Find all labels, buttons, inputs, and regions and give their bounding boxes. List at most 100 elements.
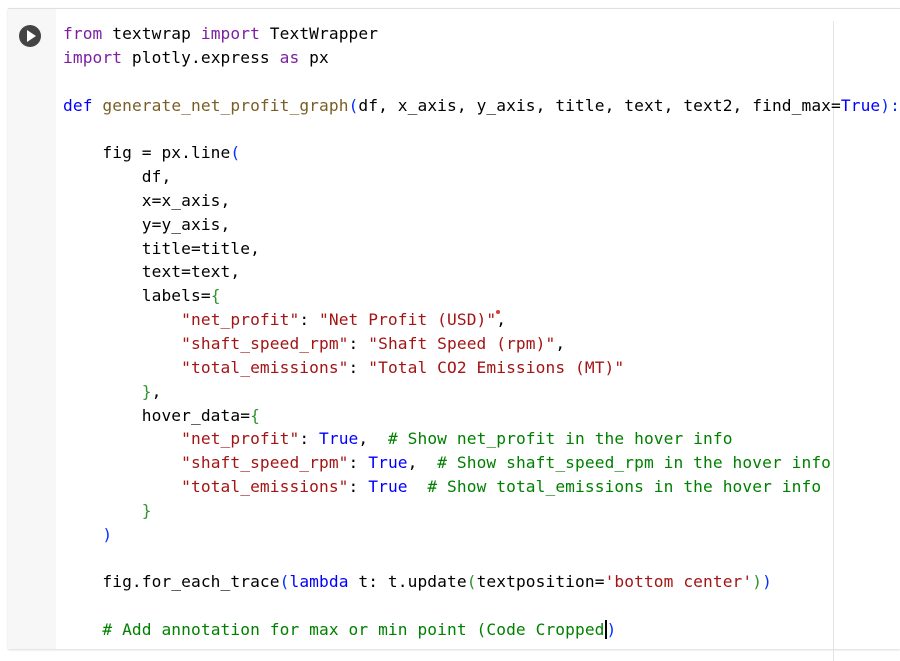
code-token: # Add annotation for max or min point (C… [102, 620, 605, 640]
code-token: ) [102, 524, 113, 544]
code-line: ​ [63, 547, 900, 571]
code-line: text=text, [63, 260, 900, 284]
code-token: as [279, 47, 300, 67]
code-token: True [840, 95, 881, 115]
code-token: x=x_axis, [63, 190, 231, 210]
code-token: ): [880, 95, 900, 115]
code-token: px [299, 47, 329, 67]
code-token: TextWrapper [259, 24, 379, 43]
code-token: t: t.update [348, 572, 467, 592]
code-line: "total_emissions": True # Show total_emi… [63, 475, 900, 499]
code-token: , [407, 453, 438, 473]
code-token: title=title, [63, 238, 260, 258]
code-token: : [348, 333, 369, 353]
code-line: "shaft_speed_rpm": "Shaft Speed (rpm)", [63, 332, 900, 356]
code-token: df, [63, 167, 172, 187]
code-line: ​ [63, 117, 900, 141]
code-token: fig = px.line [63, 143, 231, 163]
code-token: df, x_axis, y_axis, title, text, text2, … [358, 95, 841, 115]
code-token: { [210, 286, 221, 306]
code-token: } [141, 381, 152, 401]
code-token: True [319, 429, 359, 449]
code-line: "net_profit": True, # Show net_profit in… [63, 427, 900, 451]
code-token: ( [230, 143, 241, 163]
code-token: "total_emissions" [181, 477, 349, 497]
code-token: "Net Profit (USD)" [319, 310, 497, 330]
code-token: plotly.express [122, 47, 280, 67]
code-token: import [200, 24, 260, 43]
cell-gutter [8, 9, 56, 649]
code-token: True [368, 453, 408, 473]
code-token: : [348, 453, 369, 473]
code-token: "Total CO2 Emissions (MT)" [368, 357, 625, 377]
code-line: "total_emissions": "Total CO2 Emissions … [63, 356, 900, 380]
code-line: fig = px.line( [63, 141, 900, 165]
code-line: ​ [63, 594, 900, 618]
code-token: textwrap [102, 24, 201, 43]
code-token: import [63, 47, 123, 67]
code-line: labels={ [63, 284, 900, 308]
code-text[interactable]: from textwrap import TextWrapper import p… [63, 22, 900, 642]
code-token: "shaft_speed_rpm" [181, 453, 349, 473]
code-token: 'bottom center' [604, 572, 753, 592]
code-token: "net_profit" [181, 310, 300, 330]
code-line: "net_profit": "Net Profit (USD)", [63, 308, 900, 332]
breakpoint-marker [496, 310, 500, 314]
code-line: } [63, 499, 900, 523]
code-token: # Show net_profit in the hover info [387, 429, 733, 449]
code-token: "net_profit" [181, 429, 300, 449]
code-line: x=x_axis, [63, 189, 900, 213]
code-token: True [368, 477, 408, 497]
code-token: ( [279, 572, 290, 592]
code-token: hover_data= [63, 405, 251, 425]
code-line: "shaft_speed_rpm": True, # Show shaft_sp… [63, 451, 900, 475]
code-token: from [63, 24, 103, 43]
code-line: fig.for_each_trace(lambda t: t.update(te… [63, 570, 900, 594]
code-token: text=text, [63, 262, 241, 282]
code-line: from textwrap import TextWrapper [63, 22, 900, 46]
code-line: }, [63, 380, 900, 404]
code-token: { [250, 405, 260, 425]
code-token: # Show total_emissions in the hover info [427, 477, 822, 497]
code-line: y=y_axis, [63, 213, 900, 237]
code-token: ( [466, 572, 477, 592]
code-line: import plotly.express as px [63, 46, 900, 70]
code-token: : [299, 429, 320, 449]
code-token: labels= [63, 286, 211, 306]
code-line: # Add annotation for max or min point (C… [63, 618, 900, 642]
run-cell-button[interactable] [19, 25, 41, 47]
code-line: ) [63, 523, 900, 547]
code-token: "Shaft Speed (rpm)" [368, 333, 556, 353]
code-line: title=title, [63, 237, 900, 261]
code-editor[interactable]: from textwrap import TextWrapper import p… [56, 9, 900, 661]
code-line: def generate_net_profit_graph(df, x_axis… [63, 94, 900, 118]
code-token: y=y_axis, [63, 214, 231, 234]
code-token: : [348, 477, 369, 497]
code-token: ) [752, 572, 763, 592]
code-token: ) [762, 572, 772, 592]
code-token: lambda [289, 572, 349, 592]
code-cell[interactable]: from textwrap import TextWrapper import p… [8, 8, 900, 661]
code-token: # Show shaft_speed_rpm in the hover info [437, 453, 832, 473]
code-token: , [555, 333, 566, 353]
code-line: df, [63, 165, 900, 189]
code-token: , [358, 429, 388, 449]
code-line: ​ [63, 70, 900, 94]
code-token: generate_net_profit_graph [102, 95, 349, 115]
code-token: ) [606, 620, 617, 640]
code-token: textposition= [476, 572, 605, 592]
code-token: def [63, 95, 93, 115]
code-line: hover_data={ [63, 404, 900, 428]
